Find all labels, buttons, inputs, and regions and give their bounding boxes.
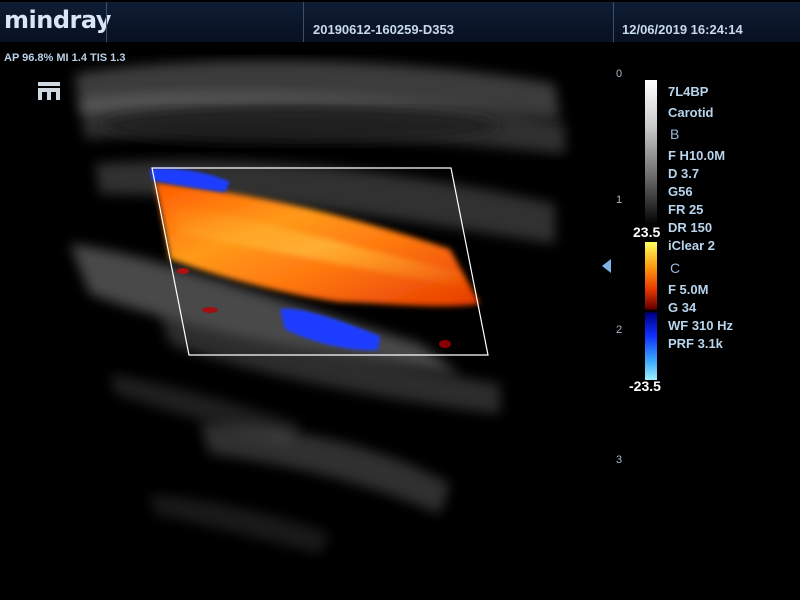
date-time: 12/06/2019 16:24:14 (622, 22, 743, 37)
color-scale-min: -23.5 (629, 378, 661, 394)
top-bar-divider (303, 2, 304, 42)
ultrasound-image[interactable] (0, 44, 600, 600)
color-baseline (645, 310, 657, 312)
b-mode-param: FR 25 (668, 202, 704, 217)
color-mode-param: PRF 3.1k (668, 336, 723, 351)
color-mode-header: C (670, 260, 681, 276)
color-mode-param: F 5.0M (668, 282, 709, 297)
color-scale-max: 23.5 (633, 224, 661, 240)
brand-logo: mindray (4, 6, 111, 34)
color-mode-param: WF 310 Hz (668, 318, 734, 333)
color-mode-param: G 34 (668, 300, 697, 315)
b-mode-param: DR 150 (668, 220, 713, 235)
grayscale-map-bar (645, 80, 657, 225)
b-mode-header: B (670, 126, 680, 142)
b-mode-param: F H10.0M (668, 148, 726, 163)
b-mode-param: D 3.7 (668, 166, 700, 181)
top-bar-divider (106, 2, 107, 42)
depth-label: 0 (616, 68, 623, 80)
top-bar-divider (613, 2, 614, 42)
depth-label: 1 (616, 194, 623, 206)
top-bar: mindray 20190612-160259-D353 12/06/2019 … (0, 0, 800, 44)
probe-name: 7L4BP (668, 84, 709, 99)
exam-preset: Carotid (668, 105, 714, 120)
study-id: 20190612-160259-D353 (313, 22, 454, 37)
depth-label: 2 (616, 324, 623, 336)
focus-marker-icon[interactable] (602, 259, 611, 273)
b-mode-param: G56 (668, 184, 693, 199)
depth-label: 3 (616, 454, 623, 466)
tissue-layers (70, 60, 565, 554)
b-mode-param: iClear 2 (668, 238, 715, 253)
